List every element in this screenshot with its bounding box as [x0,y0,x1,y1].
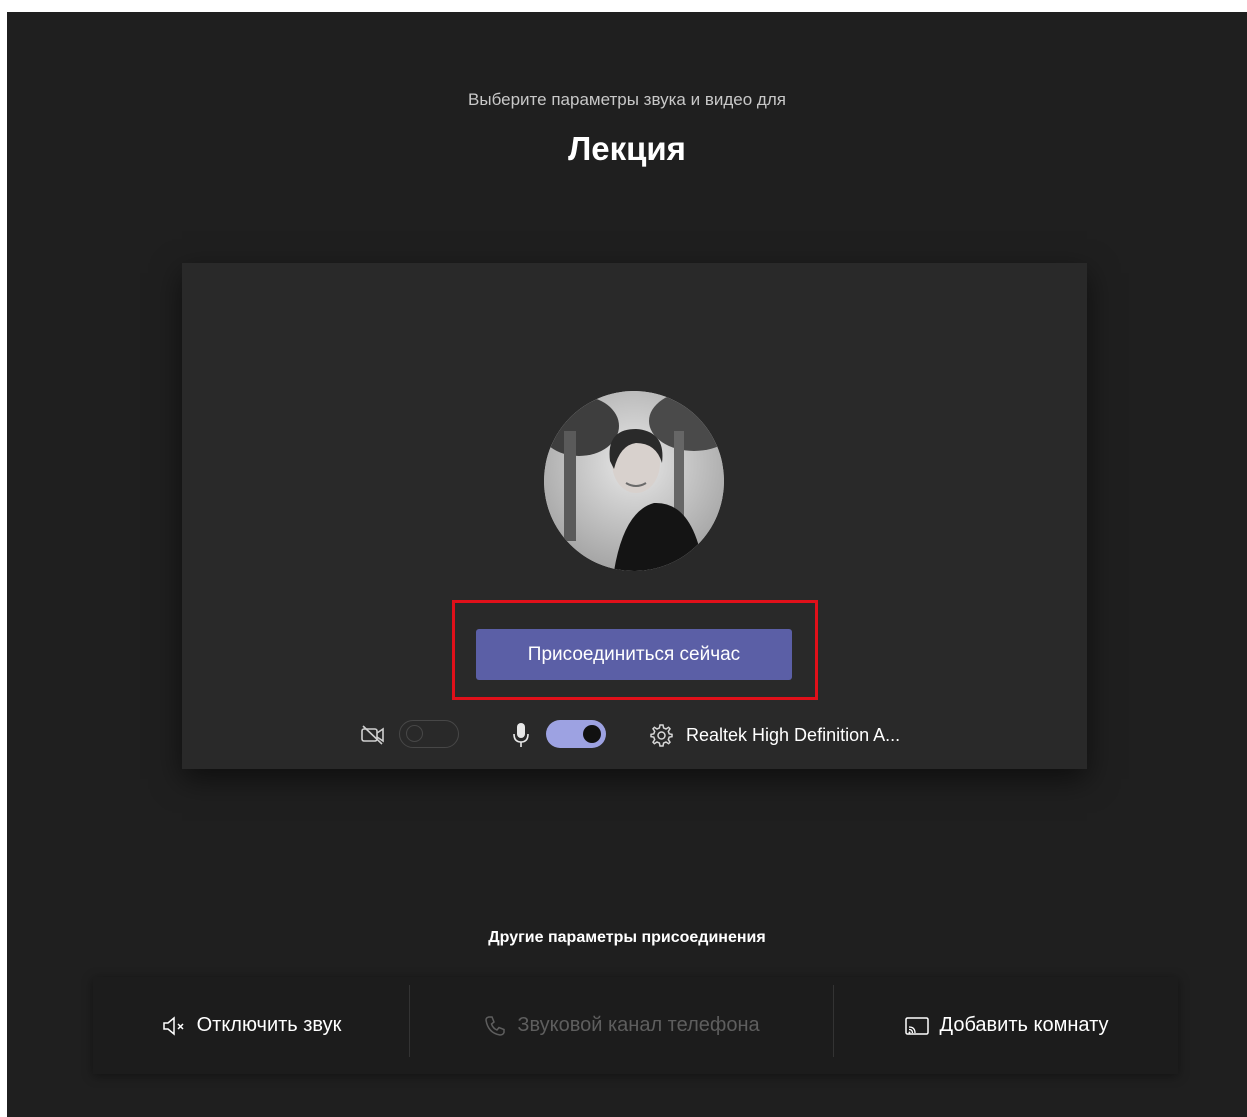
other-join-options: Отключить звук Звуковой канал телефона Д… [93,977,1178,1074]
avatar [544,391,724,571]
gear-icon[interactable] [648,722,674,748]
meeting-title: Лекция [568,130,686,167]
mute-audio-option[interactable]: Отключить звук [93,977,409,1074]
meeting-prejoin-screen: Выберите параметры звука и видео для Лек… [7,12,1247,1117]
mute-audio-label: Отключить звук [196,1014,342,1036]
microphone-toggle-knob [583,725,601,743]
microphone-icon [511,721,531,749]
microphone-toggle[interactable] [546,720,606,748]
add-room-label: Добавить комнату [939,1014,1109,1036]
audio-device-label[interactable]: Realtek High Definition A... [686,725,900,746]
phone-icon [483,1014,507,1038]
camera-toggle-knob [406,725,423,742]
phone-audio-option: Звуковой канал телефона [410,977,833,1074]
speaker-mute-icon [161,1014,187,1038]
device-controls: Realtek High Definition A... [182,715,1087,755]
other-join-options-title: Другие параметры присоединения [488,929,766,946]
join-now-button[interactable]: Присоединиться сейчас [476,629,792,680]
add-room-option[interactable]: Добавить комнату [834,977,1178,1074]
video-preview-panel: Присоединиться сейчас Realtek High Defin… [182,263,1087,769]
prejoin-subtitle: Выберите параметры звука и видео для [468,90,786,109]
phone-audio-label: Звуковой канал телефона [517,1014,760,1036]
camera-off-icon [360,723,386,747]
cast-room-icon [904,1015,930,1037]
camera-toggle[interactable] [399,720,459,748]
